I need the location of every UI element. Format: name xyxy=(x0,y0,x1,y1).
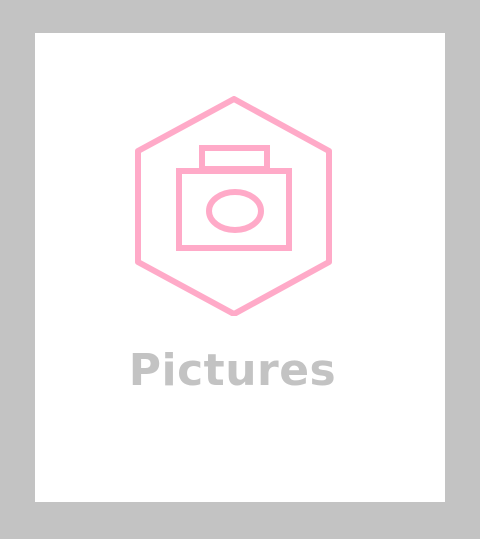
pictures-tile[interactable]: Pictures xyxy=(35,33,445,502)
camera-top xyxy=(199,145,270,172)
camera-hexagon-icon xyxy=(135,96,333,316)
camera-lens xyxy=(206,189,264,233)
tile-label: Pictures xyxy=(128,345,337,396)
camera-body xyxy=(176,168,292,251)
hexagon-outline xyxy=(135,96,332,316)
